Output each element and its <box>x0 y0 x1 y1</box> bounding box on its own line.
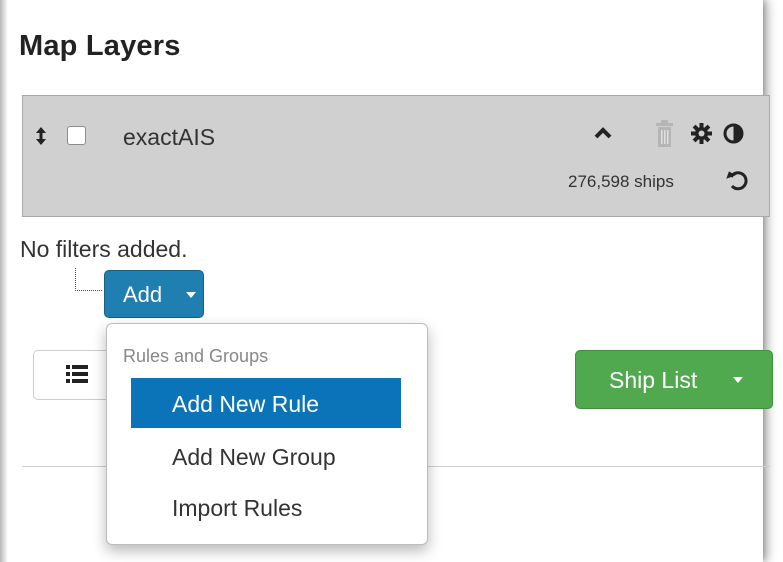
menu-item-add-new-rule[interactable]: Add New Rule <box>131 378 401 428</box>
gear-icon[interactable] <box>691 123 712 144</box>
refresh-icon[interactable] <box>726 169 748 191</box>
dropdown-header: Rules and Groups <box>123 346 269 366</box>
sort-icon[interactable] <box>36 127 46 145</box>
window-edge <box>0 0 8 562</box>
caret-down-icon <box>186 292 196 298</box>
menu-item-label: Add New Group <box>172 444 336 470</box>
contrast-icon[interactable] <box>723 123 744 144</box>
add-filter-button[interactable]: Add <box>104 270 204 318</box>
no-filters-text: No filters added. <box>20 236 188 262</box>
add-button-label: Add <box>123 282 163 307</box>
layer-name: exactAIS <box>123 124 216 150</box>
menu-item-label: Import Rules <box>172 495 303 521</box>
ship-list-label: Ship List <box>609 367 698 393</box>
page-title: Map Layers <box>19 30 181 62</box>
tree-connector <box>75 268 102 291</box>
chevron-up-icon[interactable] <box>594 126 612 140</box>
menu-item-label: Add New Rule <box>172 391 320 417</box>
menu-item-add-new-group[interactable]: Add New Group <box>131 431 401 481</box>
ship-list-button[interactable]: Ship List <box>575 350 773 409</box>
layer-row-exactais[interactable]: exactAIS 276,598 ships <box>22 95 770 217</box>
ship-count: 276,598 ships <box>568 172 674 191</box>
caret-down-icon <box>733 377 743 383</box>
list-view-button[interactable] <box>33 350 113 400</box>
trash-icon[interactable] <box>655 120 674 148</box>
layer-visibility-checkbox[interactable] <box>67 126 86 145</box>
list-icon <box>66 365 88 383</box>
menu-item-import-rules[interactable]: Import Rules <box>131 482 401 532</box>
add-dropdown-menu: Rules and Groups Add New Rule Add New Gr… <box>106 323 428 545</box>
